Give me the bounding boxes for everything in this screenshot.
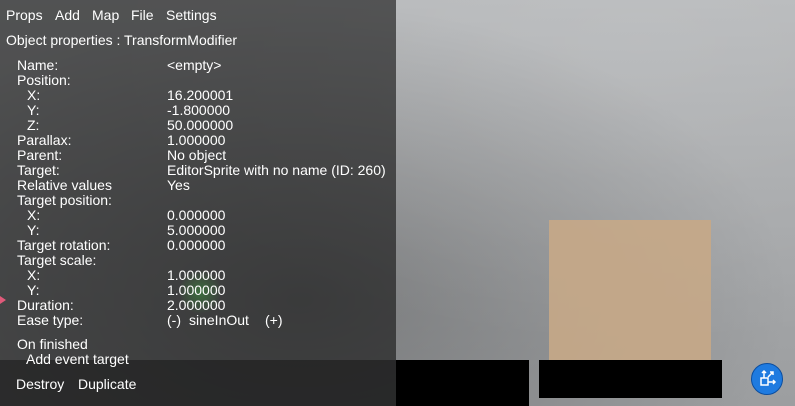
panel-title: Object properties : TransformModifier [6, 32, 238, 48]
sprite-object[interactable] [549, 220, 711, 360]
target-scale-label: Target scale: [17, 252, 97, 268]
scene-black-box-right [539, 360, 722, 398]
target-position-label: Target position: [17, 192, 112, 208]
target-scale-x-label: X: [27, 267, 41, 283]
position-x-value[interactable]: 16.200001 [167, 88, 233, 103]
menu-settings[interactable]: Settings [166, 7, 217, 23]
target-scale-y-value[interactable]: 1.000000 [167, 283, 225, 298]
duration-value[interactable]: 2.000000 [167, 298, 225, 313]
target-position-x-value[interactable]: 0.000000 [167, 208, 225, 223]
target-scale-x-value[interactable]: 1.000000 [167, 268, 225, 283]
position-x-label: X: [27, 87, 41, 103]
menu-file[interactable]: File [131, 7, 154, 23]
destroy-button[interactable]: Destroy [16, 376, 64, 392]
position-z-value[interactable]: 50.000000 [167, 118, 233, 133]
ease-type-label: Ease type: [17, 312, 84, 328]
target-position-y-value[interactable]: 5.000000 [167, 223, 225, 238]
target-value[interactable]: EditorSprite with no name (ID: 260) [167, 163, 386, 178]
target-scale-y-label: Y: [27, 282, 40, 298]
on-finished-label: On finished [17, 336, 88, 352]
menu-add[interactable]: Add [55, 7, 80, 23]
parent-label: Parent: [17, 147, 63, 163]
name-label: Name: [17, 57, 59, 73]
duration-label: Duration: [17, 297, 74, 313]
ease-type-value: sineInOut [189, 312, 249, 328]
relative-values-value[interactable]: Yes [167, 178, 190, 193]
menu-props[interactable]: Props [6, 7, 43, 23]
position-y-value[interactable]: -1.800000 [167, 103, 230, 118]
parallax-value[interactable]: 1.000000 [167, 133, 225, 148]
target-position-x-label: X: [27, 207, 41, 223]
relative-values-label: Relative values [17, 177, 112, 193]
gizmo-glyph [760, 369, 777, 386]
position-z-label: Z: [27, 117, 40, 133]
position-y-label: Y: [27, 102, 40, 118]
target-label: Target: [17, 162, 60, 178]
target-rotation-label: Target rotation: [17, 237, 111, 253]
menu-bar: Props Add Map File Settings [0, 0, 396, 30]
add-event-target-button[interactable]: Add event target [26, 352, 129, 367]
duplicate-button[interactable]: Duplicate [78, 376, 136, 392]
parallax-label: Parallax: [17, 132, 72, 148]
name-value[interactable]: <empty> [167, 58, 221, 73]
parent-value[interactable]: No object [167, 148, 226, 163]
ease-decrease-button[interactable]: (-) [167, 313, 181, 328]
scene-black-box-left [396, 360, 529, 406]
target-rotation-value[interactable]: 0.000000 [167, 238, 225, 253]
target-position-y-label: Y: [27, 222, 40, 238]
ease-increase-button[interactable]: (+) [265, 313, 283, 328]
menu-map[interactable]: Map [92, 7, 119, 23]
pink-marker-icon [0, 296, 6, 304]
position-label: Position: [17, 72, 71, 88]
transform-gizmo-icon[interactable] [751, 363, 783, 395]
